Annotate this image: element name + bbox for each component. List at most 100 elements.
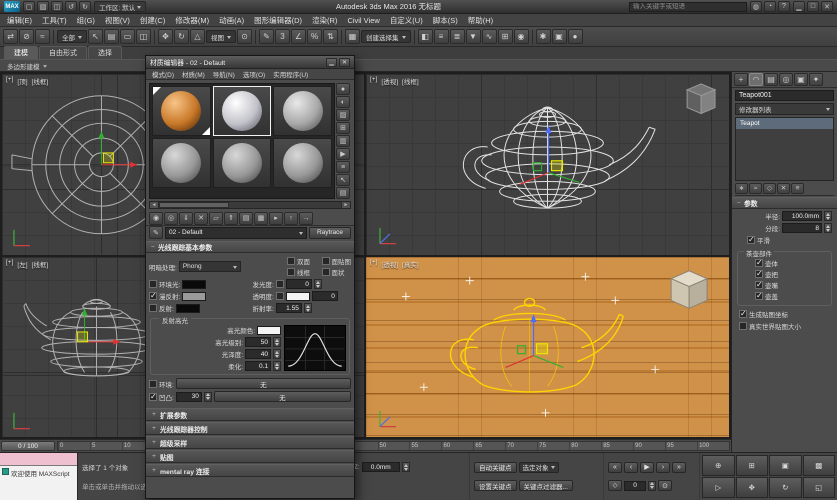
bump-amount-field[interactable]: 30 bbox=[176, 392, 202, 402]
utilities-tab[interactable]: ✦ bbox=[809, 73, 823, 86]
community-icon[interactable]: ◔ bbox=[764, 1, 776, 12]
snaps-toggle-icon[interactable]: 3 bbox=[275, 29, 290, 44]
real-world-map-size-checkbox[interactable] bbox=[739, 322, 747, 330]
move-gizmo[interactable] bbox=[98, 131, 137, 167]
luminosity-spinner[interactable] bbox=[314, 279, 322, 289]
radius-field[interactable]: 100.0mm bbox=[782, 211, 822, 221]
open-file-icon[interactable]: ▧ bbox=[37, 1, 49, 12]
generate-mapping-coords-checkbox[interactable] bbox=[739, 310, 747, 318]
transparency-field[interactable]: 0 bbox=[312, 291, 338, 301]
reference-coordinate-dropdown[interactable]: 视图 bbox=[206, 30, 236, 43]
menu-item[interactable]: 编辑(E) bbox=[2, 15, 37, 26]
rollout-header[interactable]: 贴图 bbox=[146, 450, 354, 463]
ribbon-tab[interactable]: 自由形式 bbox=[39, 46, 87, 59]
set-key-button[interactable]: 设置关键点 bbox=[474, 480, 517, 491]
zoom-extents-button[interactable]: ▣ bbox=[769, 455, 802, 476]
pick-material-from-object-icon[interactable]: ✎ bbox=[149, 226, 163, 239]
menu-item[interactable]: 脚本(S) bbox=[428, 15, 463, 26]
curve-editor-icon[interactable]: ∿ bbox=[482, 29, 497, 44]
put-to-library-icon[interactable]: ⇑ bbox=[224, 212, 238, 225]
viewport-pov-menu[interactable]: [透视] bbox=[381, 259, 398, 269]
shading-dropdown[interactable]: Phong bbox=[179, 261, 241, 272]
backlight-icon[interactable]: ◐ bbox=[336, 96, 350, 108]
select-by-material-icon[interactable]: ↖ bbox=[336, 174, 350, 186]
undo-icon[interactable]: ↺ bbox=[65, 1, 77, 12]
go-to-parent-icon[interactable]: ↑ bbox=[284, 212, 298, 225]
ribbon-tab[interactable]: 建模 bbox=[4, 46, 38, 59]
timeline-tick[interactable]: 55 bbox=[409, 442, 441, 450]
handle-checkbox[interactable] bbox=[755, 270, 763, 278]
ribbon-tab[interactable]: 选择 bbox=[88, 46, 122, 59]
spinner-snap-icon[interactable]: ⇅ bbox=[323, 29, 338, 44]
close-window-icon[interactable]: ✕ bbox=[821, 1, 833, 12]
redo-icon[interactable]: ↻ bbox=[79, 1, 91, 12]
maximize-viewport-toggle-button[interactable]: ◱ bbox=[803, 477, 836, 498]
select-and-manipulate-icon[interactable]: ✎ bbox=[259, 29, 274, 44]
field-of-view-button[interactable]: ▷ bbox=[702, 477, 735, 498]
frame-spinner[interactable] bbox=[648, 481, 656, 491]
menu-item[interactable]: 帮助(H) bbox=[463, 15, 498, 26]
ribbon-panel-button[interactable]: 多边形建模 bbox=[0, 60, 837, 72]
motion-tab[interactable]: ◎ bbox=[779, 73, 793, 86]
material-editor-icon[interactable]: ◉ bbox=[514, 29, 529, 44]
align-icon[interactable]: ≡ bbox=[434, 29, 449, 44]
specular-level-spinner[interactable] bbox=[273, 337, 281, 347]
use-pivot-center-icon[interactable]: ⊙ bbox=[237, 29, 252, 44]
viewport-pov-menu[interactable]: [左] bbox=[17, 259, 27, 269]
bump-map-button[interactable]: 无 bbox=[214, 391, 351, 402]
window-crossing-icon[interactable]: ◫ bbox=[136, 29, 151, 44]
render-production-icon[interactable]: ● bbox=[568, 29, 583, 44]
restore-window-icon[interactable]: □ bbox=[807, 1, 819, 12]
material-map-navigator-icon[interactable]: ▤ bbox=[336, 187, 350, 199]
assign-material-to-selection-icon[interactable]: ⇓ bbox=[179, 212, 193, 225]
configure-modifier-sets-icon[interactable]: ≡ bbox=[791, 183, 804, 194]
material-editor-menu-item[interactable]: 选项(O) bbox=[239, 69, 269, 79]
viewcube[interactable] bbox=[671, 270, 707, 307]
select-by-name-icon[interactable]: ▤ bbox=[104, 29, 119, 44]
timeline-tick[interactable]: 0 bbox=[58, 442, 90, 450]
menu-item[interactable]: 组(G) bbox=[72, 15, 100, 26]
create-tab[interactable]: + bbox=[734, 73, 748, 86]
viewport-general-menu[interactable]: [+] bbox=[6, 76, 13, 86]
pan-view-button[interactable]: ✥ bbox=[736, 477, 769, 498]
menu-item[interactable]: 视图(V) bbox=[100, 15, 135, 26]
timeline-tick[interactable]: 50 bbox=[378, 442, 410, 450]
timeline-tick[interactable]: 85 bbox=[601, 442, 633, 450]
material-editor-menu-item[interactable]: 材质(M) bbox=[178, 69, 209, 79]
max-application-menu-button[interactable]: MAX bbox=[4, 1, 20, 12]
material-options-icon[interactable]: ≡ bbox=[336, 161, 350, 173]
ambient-toggle-checkbox[interactable] bbox=[149, 280, 157, 288]
edit-named-selection-sets-icon[interactable]: ▦ bbox=[345, 29, 360, 44]
reflect-color-swatch[interactable] bbox=[176, 304, 200, 313]
current-frame-field[interactable]: 0 bbox=[624, 481, 646, 491]
modifier-stack[interactable]: Teapot bbox=[735, 117, 834, 181]
specular-color-swatch[interactable] bbox=[257, 326, 281, 335]
material-name-dropdown[interactable]: 02 - Default bbox=[165, 227, 307, 239]
material-editor-menu-item[interactable]: 实用程序(U) bbox=[269, 69, 312, 79]
timeline-tick[interactable]: 80 bbox=[569, 442, 601, 450]
show-map-in-viewport-icon[interactable]: ▦ bbox=[254, 212, 268, 225]
viewport-general-menu[interactable]: [+] bbox=[6, 259, 13, 269]
menu-item[interactable]: 自定义(U) bbox=[385, 15, 428, 26]
search-input[interactable] bbox=[629, 2, 747, 12]
perspective-viewport-canvas[interactable] bbox=[366, 74, 729, 255]
segments-field[interactable]: 8 bbox=[782, 223, 822, 233]
select-and-scale-icon[interactable]: △ bbox=[190, 29, 205, 44]
stack-item-teapot[interactable]: Teapot bbox=[736, 118, 833, 129]
macro-recorder-pane[interactable] bbox=[0, 453, 77, 466]
z-spinner[interactable] bbox=[402, 462, 410, 472]
go-to-start-button[interactable]: « bbox=[608, 462, 622, 473]
diffuse-toggle-checkbox[interactable] bbox=[149, 292, 157, 300]
minimize-window-icon[interactable]: ▁ bbox=[793, 1, 805, 12]
hierarchy-tab[interactable]: ▤ bbox=[764, 73, 778, 86]
show-end-result-stack-icon[interactable]: ≈ bbox=[749, 183, 762, 194]
luminosity-checkbox[interactable] bbox=[276, 280, 284, 288]
material-editor-window[interactable]: 材质编辑器 - 02 - Default ▁✕ 模式(D)材质(M)导航(N)选… bbox=[145, 55, 355, 499]
environment-checkbox[interactable] bbox=[149, 380, 157, 388]
menu-item[interactable]: Civil View bbox=[342, 16, 384, 25]
go-forward-to-sibling-icon[interactable]: → bbox=[299, 212, 313, 225]
select-and-link-icon[interactable]: ⇄ bbox=[3, 29, 18, 44]
schematic-view-icon[interactable]: ⊞ bbox=[498, 29, 513, 44]
sample-slot-1[interactable] bbox=[152, 86, 211, 136]
sample-slot-4[interactable] bbox=[152, 138, 211, 188]
